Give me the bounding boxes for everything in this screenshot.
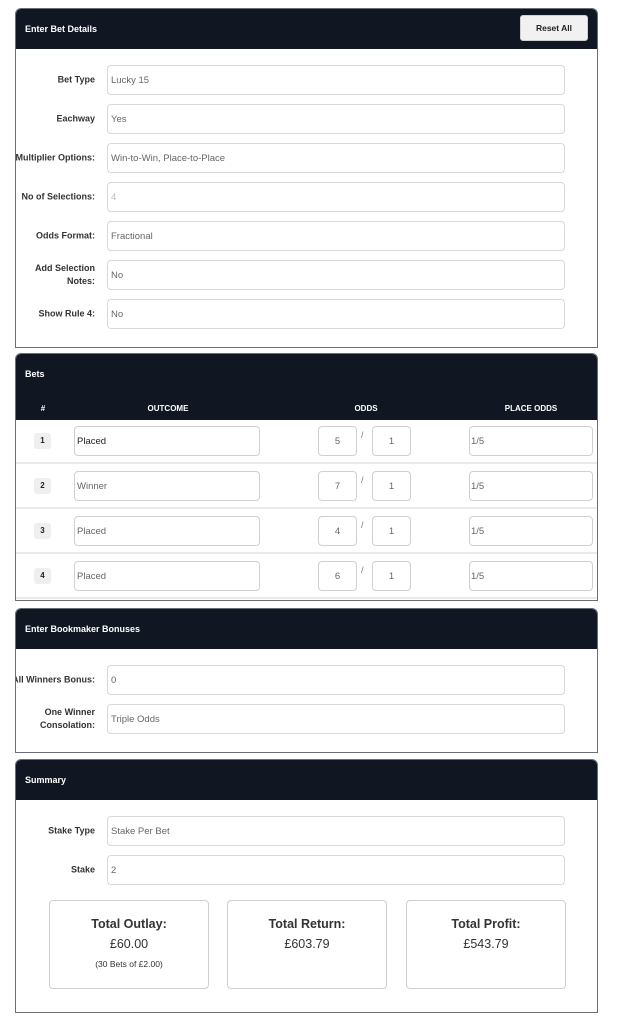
one-winner-consolation-select[interactable] — [107, 704, 565, 734]
total-profit-label: Total Profit: — [451, 917, 521, 931]
bet-row: 3 / — [16, 509, 597, 554]
col-header-odds: ODDS — [354, 404, 378, 413]
total-return-value: £603.79 — [284, 937, 330, 951]
selection-notes-row: Add Selection Notes: — [16, 260, 597, 290]
summary-card: Summary Stake Type Stake Total Outlay: £… — [15, 759, 598, 1013]
place-odds-select[interactable] — [469, 561, 593, 591]
odds-numerator-input[interactable] — [318, 516, 357, 546]
bet-details-header: Enter Bet Details Reset All — [16, 9, 597, 49]
selection-notes-label: Add Selection Notes: — [34, 263, 95, 286]
odds-separator: / — [361, 430, 364, 440]
place-odds-select[interactable] — [469, 516, 593, 546]
odds-denominator-input[interactable] — [372, 471, 411, 501]
total-outlay-value: £60.00 — [109, 937, 149, 951]
odds-denominator-input[interactable] — [372, 516, 411, 546]
bet-number: 4 — [34, 568, 51, 584]
outcome-select[interactable] — [74, 516, 260, 546]
all-winners-bonus-label: All Winners Bonus: — [15, 674, 95, 685]
summary-title: Summary — [25, 775, 67, 785]
odds-separator: / — [361, 475, 364, 485]
one-winner-consolation-label: One Winner Consolation: — [40, 707, 95, 730]
selection-notes-select[interactable] — [107, 260, 565, 290]
col-header-place-odds: PLACE ODDS — [504, 404, 558, 413]
col-header-outcome: OUTCOME — [147, 404, 189, 413]
total-outlay-label: Total Outlay: — [91, 917, 167, 931]
bet-number: 1 — [34, 433, 51, 449]
bets-header: Bets # OUTCOME ODDS PLACE ODDS — [16, 354, 597, 420]
stake-label: Stake — [70, 864, 95, 875]
bet-number: 3 — [34, 523, 51, 539]
stake-type-row: Stake Type — [16, 816, 597, 846]
odds-numerator-input[interactable] — [318, 426, 357, 456]
stake-type-label: Stake Type — [48, 825, 95, 836]
total-profit-box: Total Profit: £543.79 — [406, 900, 566, 989]
total-outlay-breakdown: (30 Bets of £2.00) — [95, 959, 163, 969]
outcome-select[interactable] — [74, 426, 260, 456]
odds-denominator-input[interactable] — [372, 426, 411, 456]
bet-row: 2 / — [16, 464, 597, 509]
outcome-select[interactable] — [74, 471, 260, 501]
col-header-num: # — [40, 404, 46, 413]
place-odds-select[interactable] — [469, 471, 593, 501]
odds-numerator-input[interactable] — [318, 561, 357, 591]
rule4-row: Show Rule 4: — [16, 299, 597, 329]
rule4-label: Show Rule 4: — [38, 308, 95, 319]
bet-number: 2 — [34, 478, 51, 494]
multiplier-options-select[interactable] — [107, 143, 565, 173]
odds-format-row: Odds Format: — [16, 221, 597, 251]
reset-all-button[interactable]: Reset All — [520, 15, 588, 41]
rule4-select[interactable] — [107, 299, 565, 329]
odds-format-select[interactable] — [107, 221, 565, 251]
total-return-label: Total Return: — [268, 917, 346, 931]
place-odds-select[interactable] — [469, 426, 593, 456]
multiplier-options-row: Multiplier Options: — [15, 143, 597, 173]
odds-separator: / — [361, 565, 364, 575]
odds-numerator-input[interactable] — [318, 471, 357, 501]
bet-details-title: Enter Bet Details — [25, 24, 98, 34]
stake-row: Stake — [16, 855, 597, 885]
bet-type-row: Bet Type — [16, 65, 597, 95]
total-return-box: Total Return: £603.79 — [227, 900, 387, 989]
bonuses-card: Enter Bookmaker Bonuses All Winners Bonu… — [15, 608, 598, 753]
eachway-select[interactable] — [107, 104, 565, 134]
bets-title: Bets — [25, 369, 45, 379]
all-winners-bonus-input[interactable] — [107, 665, 565, 695]
summary-header: Summary — [16, 760, 597, 800]
bet-row: 1 / — [16, 419, 597, 464]
stake-input[interactable] — [107, 855, 565, 885]
bet-row: 4 / — [16, 554, 597, 599]
bet-details-card: Enter Bet Details Reset All Bet Type Eac… — [15, 8, 598, 348]
multiplier-options-label: Multiplier Options: — [15, 152, 95, 163]
bets-card: Bets # OUTCOME ODDS PLACE ODDS 1 / 2 / 3… — [15, 353, 598, 601]
selections-row: No of Selections: — [16, 182, 597, 212]
outcome-select[interactable] — [74, 561, 260, 591]
bonuses-header: Enter Bookmaker Bonuses — [16, 609, 597, 649]
total-outlay-box: Total Outlay: £60.00 (30 Bets of £2.00) — [49, 900, 209, 989]
odds-format-label: Odds Format: — [35, 230, 95, 241]
odds-separator: / — [361, 520, 364, 530]
selections-label: No of Selections: — [21, 191, 95, 202]
all-winners-bonus-row: All Winners Bonus: — [15, 665, 597, 695]
selections-input[interactable] — [107, 182, 565, 212]
one-winner-consolation-row: One Winner Consolation: — [16, 704, 597, 734]
eachway-label: Eachway — [56, 113, 95, 124]
bonuses-title: Enter Bookmaker Bonuses — [25, 624, 141, 634]
eachway-row: Eachway — [16, 104, 597, 134]
bet-type-label: Bet Type — [57, 74, 95, 85]
stake-type-select[interactable] — [107, 816, 565, 846]
total-profit-value: £543.79 — [463, 937, 509, 951]
odds-denominator-input[interactable] — [372, 561, 411, 591]
bet-type-select[interactable] — [107, 65, 565, 95]
